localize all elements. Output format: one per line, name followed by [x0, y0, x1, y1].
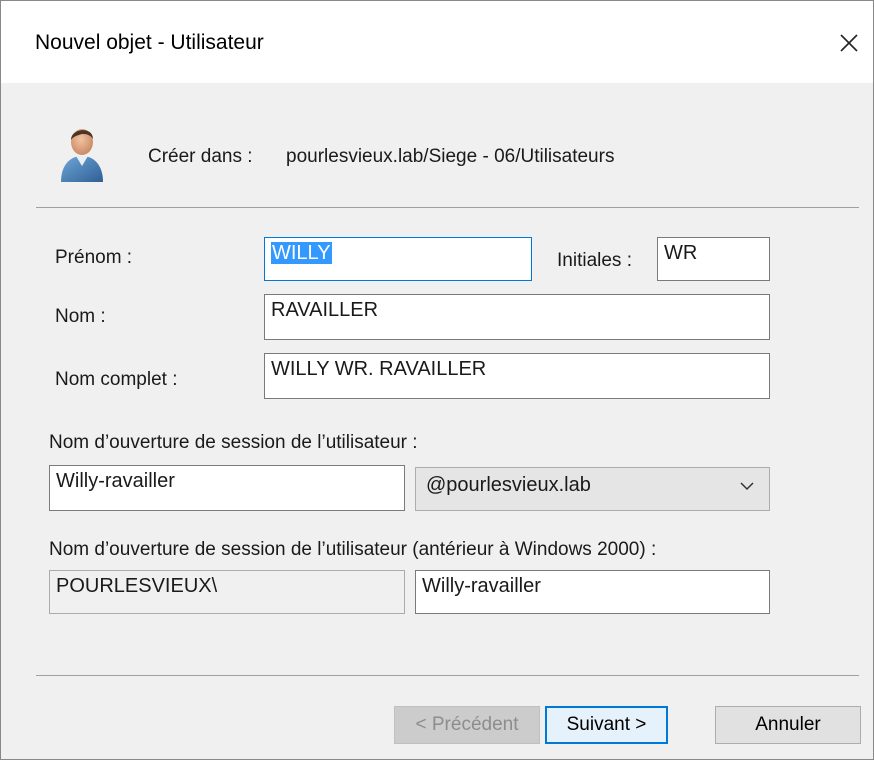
full-name-field[interactable]: WILLY WR. RAVAILLER — [264, 353, 770, 399]
full-name-label: Nom complet : — [55, 369, 178, 390]
last-name-label: Nom : — [55, 306, 106, 327]
first-name-field[interactable]: WILLY — [264, 237, 532, 281]
pre2000-domain-value: POURLESVIEUX\ — [56, 575, 218, 597]
logon-domain-select[interactable]: @pourlesvieux.lab — [415, 467, 770, 511]
logon-domain-value: @pourlesvieux.lab — [426, 474, 591, 496]
next-button[interactable]: Suivant > — [545, 706, 668, 744]
footer-divider — [36, 675, 859, 676]
full-name-value: WILLY WR. RAVAILLER — [271, 358, 487, 380]
previous-button[interactable]: < Précédent — [394, 706, 540, 744]
logon-name-field[interactable]: Willy-ravailler — [49, 465, 405, 511]
pre2000-logon-field[interactable]: Willy-ravailler — [415, 570, 770, 614]
user-icon — [61, 129, 103, 182]
create-in-label: Créer dans : — [148, 146, 253, 167]
dialog-window: Nouvel objet - Utilisateur Créer dans : … — [0, 0, 874, 760]
initials-label: Initiales : — [557, 250, 632, 271]
chevron-down-icon — [740, 482, 754, 491]
pre2000-domain-field: POURLESVIEUX\ — [49, 570, 405, 614]
last-name-field[interactable]: RAVAILLER — [264, 294, 770, 340]
initials-field[interactable]: WR — [657, 237, 770, 281]
title-bar: Nouvel objet - Utilisateur — [1, 1, 873, 83]
first-name-label: Prénom : — [55, 247, 133, 268]
first-name-value: WILLY — [271, 242, 332, 264]
header-divider — [36, 207, 859, 208]
close-button[interactable] — [829, 23, 869, 63]
last-name-value: RAVAILLER — [271, 299, 379, 321]
close-icon — [840, 34, 858, 52]
logon-name-pre2000-label: Nom d’ouverture de session de l’utilisat… — [49, 539, 657, 560]
cancel-button[interactable]: Annuler — [715, 706, 861, 744]
logon-name-value: Willy-ravailler — [56, 470, 175, 492]
pre2000-logon-value: Willy-ravailler — [422, 575, 541, 597]
initials-value: WR — [664, 242, 698, 264]
window-title: Nouvel objet - Utilisateur — [35, 31, 264, 54]
create-in-path: pourlesvieux.lab/Siege - 06/Utilisateurs — [286, 146, 615, 167]
logon-name-label: Nom d’ouverture de session de l’utilisat… — [49, 432, 418, 453]
